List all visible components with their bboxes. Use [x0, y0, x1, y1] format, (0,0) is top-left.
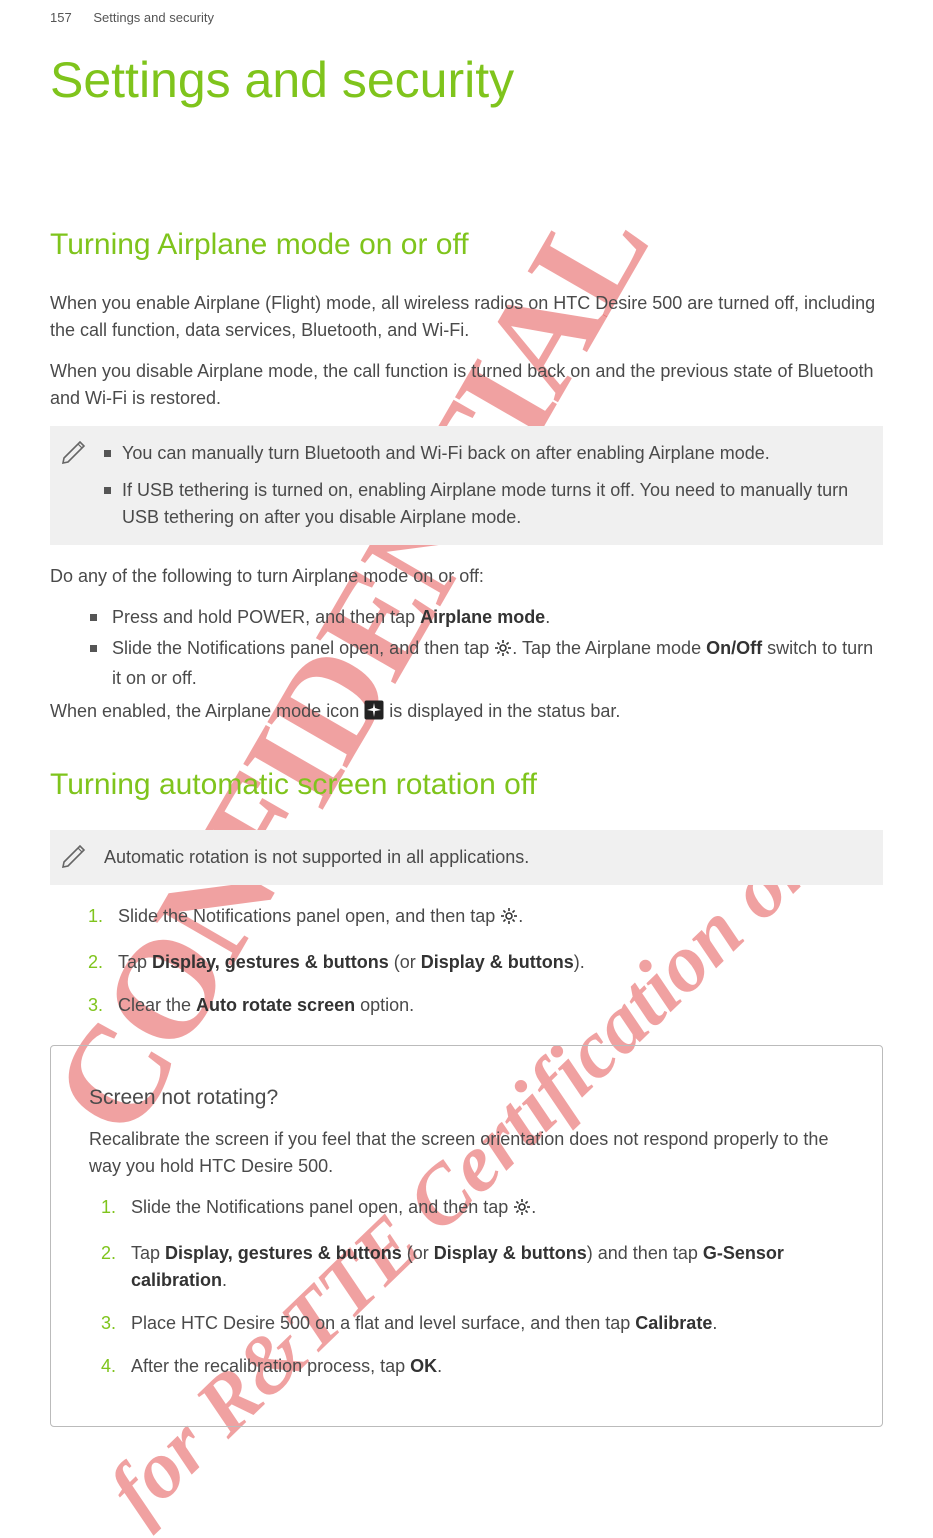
text: After the recalibration process, tap [131, 1356, 410, 1376]
text-bold: Auto rotate screen [196, 995, 355, 1015]
text-bold: Airplane mode [420, 607, 545, 627]
text: When enabled, the Airplane mode icon [50, 701, 364, 721]
section-heading-rotation: Turning automatic screen rotation off [50, 768, 883, 802]
step-number: 1. [88, 903, 103, 930]
pencil-icon [58, 434, 92, 468]
text: . [531, 1197, 536, 1217]
text-bold: Display, gestures & buttons [165, 1243, 402, 1263]
text: (or [402, 1243, 434, 1263]
text: . Tap the Airplane mode [512, 638, 706, 658]
section-heading-airplane: Turning Airplane mode on or off [50, 228, 883, 262]
text: is displayed in the status bar. [384, 701, 620, 721]
page-title: Settings and security [50, 53, 883, 108]
numbered-list: 1. Slide the Notifications panel open, a… [50, 903, 883, 1019]
numbered-list: 1. Slide the Notifications panel open, a… [89, 1194, 844, 1380]
list-item: 1. Slide the Notifications panel open, a… [101, 1194, 844, 1224]
gear-icon [513, 1197, 531, 1224]
callout-box: Screen not rotating? Recalibrate the scr… [50, 1045, 883, 1427]
note-box: Automatic rotation is not supported in a… [50, 830, 883, 885]
list-item: 4. After the recalibration process, tap … [101, 1353, 844, 1380]
text: Slide the Notifications panel open, and … [112, 638, 494, 658]
gear-icon [500, 906, 518, 933]
text: Slide the Notifications panel open, and … [118, 906, 500, 926]
pencil-icon [58, 838, 92, 872]
step-number: 3. [101, 1310, 116, 1337]
airplane-icon [364, 700, 384, 728]
text-bold: Display & buttons [434, 1243, 587, 1263]
text: Tap [131, 1243, 165, 1263]
note-item: You can manually turn Bluetooth and Wi-F… [104, 440, 865, 467]
note-item: If USB tethering is turned on, enabling … [104, 477, 865, 531]
bullet-list: Press and hold POWER, and then tap Airpl… [50, 604, 883, 692]
text-bold: Calibrate [635, 1313, 712, 1333]
page-content: 157 Settings and security Settings and s… [0, 0, 933, 1467]
text: . [545, 607, 550, 627]
list-item: 3. Place HTC Desire 500 on a flat and le… [101, 1310, 844, 1337]
step-number: 2. [88, 949, 103, 976]
text-bold: Display & buttons [421, 952, 574, 972]
gear-icon [494, 638, 512, 665]
text: (or [389, 952, 421, 972]
text: ). [574, 952, 585, 972]
step-number: 4. [101, 1353, 116, 1380]
note-text: Automatic rotation is not supported in a… [104, 847, 529, 867]
step-number: 3. [88, 992, 103, 1019]
callout-heading: Screen not rotating? [89, 1086, 844, 1110]
text: ) and then tap [587, 1243, 703, 1263]
step-number: 2. [101, 1240, 116, 1267]
page-number: 157 [50, 10, 72, 25]
text: option. [355, 995, 414, 1015]
text-bold: OK [410, 1356, 437, 1376]
list-item: Slide the Notifications panel open, and … [90, 635, 883, 692]
text-bold: Display, gestures & buttons [152, 952, 389, 972]
text: Press and hold POWER, and then tap [112, 607, 420, 627]
text: . [437, 1356, 442, 1376]
running-header: 157 Settings and security [50, 10, 883, 25]
text: Clear the [118, 995, 196, 1015]
text: . [518, 906, 523, 926]
paragraph: When you enable Airplane (Flight) mode, … [50, 290, 883, 344]
step-number: 1. [101, 1194, 116, 1221]
list-item: 3. Clear the Auto rotate screen option. [88, 992, 883, 1019]
text: . [712, 1313, 717, 1333]
paragraph: When you disable Airplane mode, the call… [50, 358, 883, 412]
list-item: Press and hold POWER, and then tap Airpl… [90, 604, 883, 631]
paragraph: When enabled, the Airplane mode icon is … [50, 698, 883, 728]
text: Place HTC Desire 500 on a flat and level… [131, 1313, 635, 1333]
note-box: You can manually turn Bluetooth and Wi-F… [50, 426, 883, 545]
text-bold: On/Off [706, 638, 762, 658]
paragraph: Do any of the following to turn Airplane… [50, 563, 883, 590]
list-item: 2. Tap Display, gestures & buttons (or D… [101, 1240, 844, 1294]
paragraph: Recalibrate the screen if you feel that … [89, 1126, 844, 1180]
running-title: Settings and security [93, 10, 214, 25]
text: . [222, 1270, 227, 1290]
list-item: 1. Slide the Notifications panel open, a… [88, 903, 883, 933]
list-item: 2. Tap Display, gestures & buttons (or D… [88, 949, 883, 976]
text: Slide the Notifications panel open, and … [131, 1197, 513, 1217]
text: Tap [118, 952, 152, 972]
